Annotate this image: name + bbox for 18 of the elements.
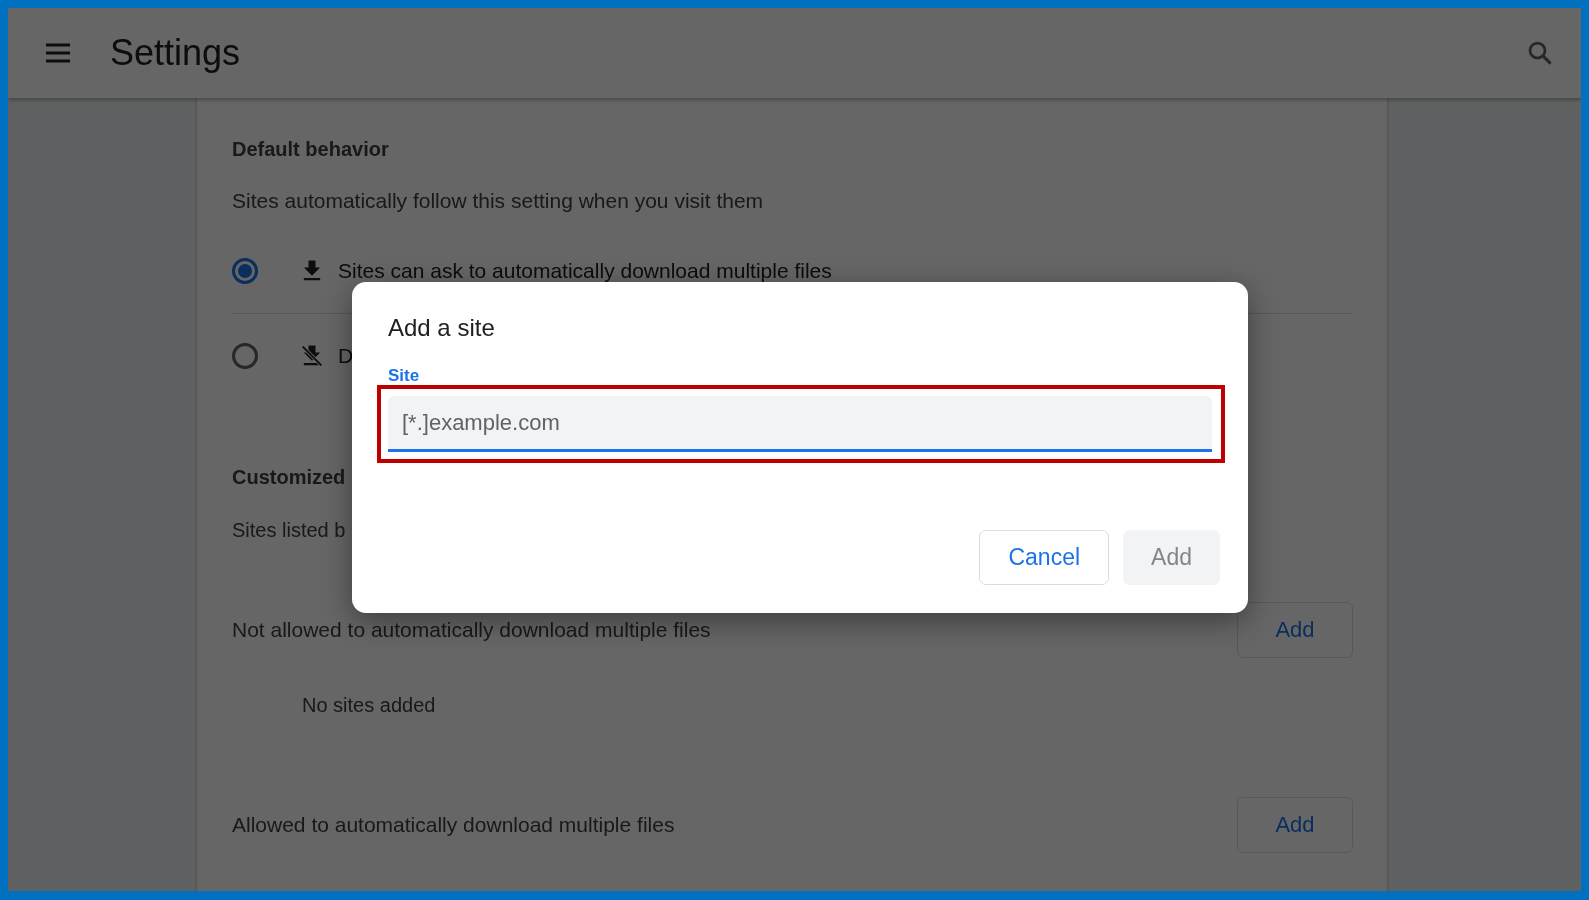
dialog-title: Add a site xyxy=(388,314,495,342)
option-label: Sites can ask to automatically download multiple files xyxy=(338,259,832,283)
section-description: Sites listed b xyxy=(232,519,346,542)
site-input-field[interactable]: [*.]example.com xyxy=(388,396,1212,452)
section-heading: Default behavior xyxy=(232,138,389,161)
cancel-button[interactable]: Cancel xyxy=(979,530,1110,585)
list-title: Not allowed to automatically download multiple files xyxy=(232,618,711,642)
page-title: Settings xyxy=(110,32,241,74)
radio-button[interactable] xyxy=(232,258,258,284)
radio-button[interactable] xyxy=(232,343,258,369)
section-description: Sites automatically follow this setting when you visit them xyxy=(232,189,764,213)
field-label: Site xyxy=(388,366,420,386)
add-button[interactable]: Add xyxy=(1237,797,1353,853)
option-label: D xyxy=(338,344,354,368)
empty-message: No sites added xyxy=(302,694,436,717)
list-title: Allowed to automatically download multiple files xyxy=(232,813,675,837)
section-heading: Customized xyxy=(232,466,346,489)
add-button[interactable]: Add xyxy=(1237,602,1353,658)
